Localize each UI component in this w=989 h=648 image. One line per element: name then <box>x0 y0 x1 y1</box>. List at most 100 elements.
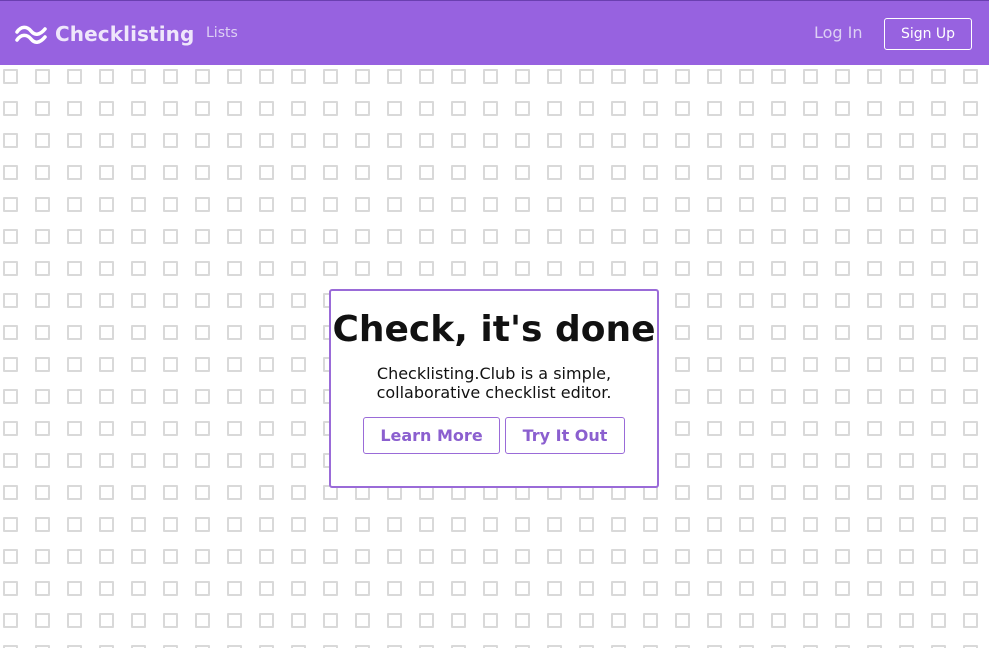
checkbox-outline-icon <box>515 613 530 628</box>
checkbox-outline-icon <box>579 517 594 532</box>
checkbox-outline-icon <box>547 197 562 212</box>
checkbox-outline-icon <box>35 293 50 308</box>
checkbox-outline-icon <box>259 389 274 404</box>
checkbox-outline-icon <box>195 453 210 468</box>
checkbox-outline-icon <box>675 229 690 244</box>
checkbox-outline-icon <box>803 613 818 628</box>
checkbox-outline-icon <box>131 485 146 500</box>
checkbox-outline-icon <box>963 229 978 244</box>
checkbox-outline-icon <box>163 357 178 372</box>
checkbox-outline-icon <box>163 133 178 148</box>
checkbox-outline-icon <box>611 69 626 84</box>
checkbox-outline-icon <box>611 197 626 212</box>
checkbox-outline-icon <box>323 613 338 628</box>
checkbox-outline-icon <box>227 133 242 148</box>
try-it-out-button[interactable]: Try It Out <box>505 417 625 454</box>
checkbox-outline-icon <box>163 293 178 308</box>
checkbox-outline-icon <box>899 165 914 180</box>
checkbox-outline-icon <box>835 261 850 276</box>
checkbox-outline-icon <box>675 485 690 500</box>
checkbox-outline-icon <box>99 133 114 148</box>
checkbox-outline-icon <box>579 133 594 148</box>
checkbox-outline-icon <box>675 101 690 116</box>
wave-icon <box>15 25 47 44</box>
checkbox-outline-icon <box>163 421 178 436</box>
checkbox-outline-icon <box>419 549 434 564</box>
checkbox-outline-icon <box>483 133 498 148</box>
checkbox-outline-icon <box>99 325 114 340</box>
checkbox-outline-icon <box>35 69 50 84</box>
checkbox-outline-icon <box>163 517 178 532</box>
checkbox-outline-icon <box>355 261 370 276</box>
checkbox-outline-icon <box>835 389 850 404</box>
checkbox-outline-icon <box>35 485 50 500</box>
checkbox-outline-icon <box>291 293 306 308</box>
checkbox-outline-icon <box>867 453 882 468</box>
checkbox-outline-icon <box>675 293 690 308</box>
checkbox-outline-icon <box>259 517 274 532</box>
checkbox-outline-icon <box>931 69 946 84</box>
nav-link-lists[interactable]: Lists <box>206 25 238 41</box>
checkbox-outline-icon <box>643 581 658 596</box>
checkbox-outline-icon <box>419 133 434 148</box>
checkbox-outline-icon <box>771 197 786 212</box>
checkbox-outline-icon <box>259 261 274 276</box>
checkbox-outline-icon <box>451 229 466 244</box>
checkbox-outline-icon <box>227 389 242 404</box>
checkbox-outline-icon <box>291 421 306 436</box>
checkbox-outline-icon <box>451 165 466 180</box>
checkbox-outline-icon <box>771 69 786 84</box>
checkbox-outline-icon <box>3 165 18 180</box>
signup-button[interactable]: Sign Up <box>884 18 972 50</box>
checkbox-outline-icon <box>163 453 178 468</box>
checkbox-outline-icon <box>515 133 530 148</box>
checkbox-outline-icon <box>163 581 178 596</box>
checkbox-outline-icon <box>131 69 146 84</box>
checkbox-outline-icon <box>67 293 82 308</box>
checkbox-outline-icon <box>259 325 274 340</box>
checkbox-outline-icon <box>835 101 850 116</box>
checkbox-outline-icon <box>803 549 818 564</box>
checkbox-outline-icon <box>899 325 914 340</box>
hero-description: Checklisting.Club is a simple, collabora… <box>331 364 657 402</box>
checkbox-outline-icon <box>963 165 978 180</box>
checkbox-outline-icon <box>931 325 946 340</box>
checkbox-outline-icon <box>675 165 690 180</box>
checkbox-outline-icon <box>963 453 978 468</box>
checkbox-outline-icon <box>99 293 114 308</box>
brand-home-link[interactable]: Checklisting <box>15 22 194 46</box>
checkbox-outline-icon <box>963 485 978 500</box>
checkbox-outline-icon <box>867 101 882 116</box>
checkbox-outline-icon <box>131 133 146 148</box>
checkbox-outline-icon <box>803 357 818 372</box>
checkbox-outline-icon <box>99 69 114 84</box>
checkbox-outline-icon <box>515 229 530 244</box>
brand-name: Checklisting <box>55 22 195 46</box>
checkbox-outline-icon <box>899 581 914 596</box>
checkbox-outline-icon <box>163 325 178 340</box>
login-link[interactable]: Log In <box>814 23 863 42</box>
checkbox-outline-icon <box>963 325 978 340</box>
checkbox-outline-icon <box>835 197 850 212</box>
checkbox-outline-icon <box>739 165 754 180</box>
checkbox-outline-icon <box>515 69 530 84</box>
checkbox-outline-icon <box>867 69 882 84</box>
checkbox-outline-icon <box>3 261 18 276</box>
checkbox-outline-icon <box>675 421 690 436</box>
checkbox-outline-icon <box>99 197 114 212</box>
checkbox-outline-icon <box>899 357 914 372</box>
checkbox-outline-icon <box>867 293 882 308</box>
checkbox-outline-icon <box>419 229 434 244</box>
checkbox-outline-icon <box>259 357 274 372</box>
checkbox-outline-icon <box>643 133 658 148</box>
checkbox-outline-icon <box>771 133 786 148</box>
learn-more-button[interactable]: Learn More <box>363 417 500 454</box>
checkbox-outline-icon <box>3 581 18 596</box>
checkbox-outline-icon <box>707 293 722 308</box>
checkbox-outline-icon <box>547 69 562 84</box>
checkbox-outline-icon <box>707 357 722 372</box>
checkbox-outline-icon <box>867 261 882 276</box>
checkbox-outline-icon <box>99 613 114 628</box>
checkbox-outline-icon <box>867 421 882 436</box>
checkbox-outline-icon <box>867 133 882 148</box>
